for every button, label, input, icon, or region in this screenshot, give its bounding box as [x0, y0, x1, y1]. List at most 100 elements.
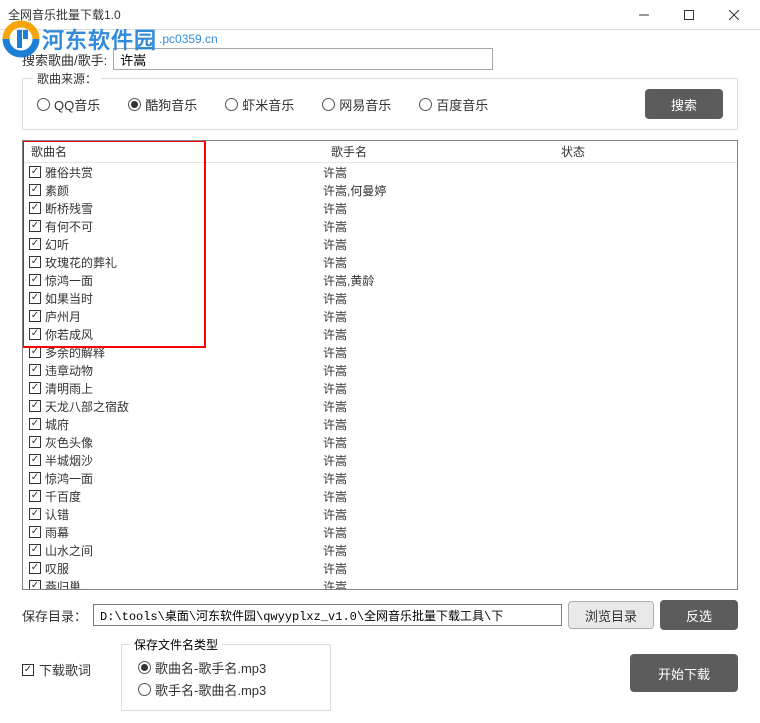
source-xiami[interactable]: 虾米音乐: [225, 95, 294, 114]
source-kugou[interactable]: 酷狗音乐: [128, 95, 197, 114]
row-checkbox[interactable]: [29, 292, 41, 304]
table-row[interactable]: 燕归巢许嵩: [23, 577, 737, 589]
start-download-button[interactable]: 开始下载: [630, 654, 738, 692]
artist-name: 许嵩: [323, 362, 553, 379]
artist-name: 许嵩: [323, 398, 553, 415]
filename-opt-song-artist[interactable]: 歌曲名-歌手名.mp3: [138, 658, 314, 677]
table-row[interactable]: 雨幕许嵩: [23, 523, 737, 541]
artist-name: 许嵩,黄龄: [323, 272, 553, 289]
table-row[interactable]: 断桥残雪 许嵩: [23, 199, 737, 217]
filename-opt-artist-song[interactable]: 歌手名-歌曲名.mp3: [138, 680, 314, 699]
song-name: 天龙八部之宿敌: [45, 398, 129, 415]
row-checkbox[interactable]: [29, 436, 41, 448]
table-row[interactable]: 城府许嵩: [23, 415, 737, 433]
song-name: 城府: [45, 416, 69, 433]
row-checkbox[interactable]: [29, 256, 41, 268]
table-row[interactable]: 叹服许嵩: [23, 559, 737, 577]
table-row[interactable]: 幻听许嵩: [23, 235, 737, 253]
table-row[interactable]: 天龙八部之宿敌 许嵩: [23, 397, 737, 415]
source-baidu[interactable]: 百度音乐: [419, 95, 488, 114]
row-checkbox[interactable]: [29, 364, 41, 376]
table-body[interactable]: 雅俗共赏许嵩素颜许嵩,何曼婷断桥残雪许嵩有何不可许嵩幻听许嵩玫瑰花的葬礼许嵩惊鸿…: [23, 163, 737, 589]
table-row[interactable]: 你若成风 许嵩: [23, 325, 737, 343]
song-name: 庐州月: [45, 308, 81, 325]
row-checkbox[interactable]: [29, 382, 41, 394]
search-button[interactable]: 搜索: [645, 89, 723, 119]
artist-name: 许嵩: [323, 236, 553, 253]
song-name: 你若成风: [45, 326, 93, 343]
table-row[interactable]: 灰色头像 许嵩: [23, 433, 737, 451]
table-row[interactable]: 玫瑰花的葬礼 许嵩: [23, 253, 737, 271]
minimize-button[interactable]: [621, 1, 666, 29]
row-checkbox[interactable]: [29, 508, 41, 520]
source-qq[interactable]: QQ音乐: [37, 95, 100, 114]
close-button[interactable]: [711, 1, 756, 29]
row-checkbox[interactable]: [29, 544, 41, 556]
checkbox-icon: [22, 664, 34, 676]
artist-name: 许嵩: [323, 218, 553, 235]
song-name: 多余的解释: [45, 344, 105, 361]
artist-name: 许嵩: [323, 164, 553, 181]
table-row[interactable]: 半城烟沙许嵩: [23, 451, 737, 469]
song-name: 玫瑰花的葬礼: [45, 254, 117, 271]
song-name: 灰色头像: [45, 434, 93, 451]
table-row[interactable]: 山水之间许嵩: [23, 541, 737, 559]
table-row[interactable]: 惊鸿一面 许嵩,黄龄: [23, 271, 737, 289]
col-song[interactable]: 歌曲名: [23, 143, 323, 160]
song-name: 素颜: [45, 182, 69, 199]
row-checkbox[interactable]: [29, 580, 41, 589]
table-header: 歌曲名 歌手名 状态: [23, 141, 737, 163]
table-row[interactable]: 清明雨上许嵩: [23, 379, 737, 397]
col-status[interactable]: 状态: [553, 143, 737, 160]
row-checkbox[interactable]: [29, 346, 41, 358]
table-row[interactable]: 违章动物许嵩: [23, 361, 737, 379]
artist-name: 许嵩: [323, 326, 553, 343]
artist-name: 许嵩: [323, 200, 553, 217]
row-checkbox[interactable]: [29, 526, 41, 538]
table-row[interactable]: 惊鸿一面许嵩: [23, 469, 737, 487]
table-row[interactable]: 雅俗共赏许嵩: [23, 163, 737, 181]
artist-name: 许嵩: [323, 434, 553, 451]
row-checkbox[interactable]: [29, 238, 41, 250]
row-checkbox[interactable]: [29, 328, 41, 340]
download-lyrics-label: 下载歌词: [39, 660, 91, 679]
row-checkbox[interactable]: [29, 400, 41, 412]
row-checkbox[interactable]: [29, 202, 41, 214]
search-input[interactable]: [113, 48, 493, 70]
table-row[interactable]: 如果当时许嵩: [23, 289, 737, 307]
artist-name: 许嵩: [323, 524, 553, 541]
row-checkbox[interactable]: [29, 490, 41, 502]
col-artist[interactable]: 歌手名: [323, 143, 553, 160]
row-checkbox[interactable]: [29, 166, 41, 178]
invert-select-button[interactable]: 反选: [660, 600, 738, 630]
table-row[interactable]: 庐州月 许嵩: [23, 307, 737, 325]
save-dir-input[interactable]: [93, 604, 562, 626]
row-checkbox[interactable]: [29, 454, 41, 466]
row-checkbox[interactable]: [29, 310, 41, 322]
row-checkbox[interactable]: [29, 562, 41, 574]
song-name: 惊鸿一面: [45, 272, 93, 289]
song-name: 断桥残雪: [45, 200, 93, 217]
row-checkbox[interactable]: [29, 220, 41, 232]
song-name: 山水之间: [45, 542, 93, 559]
table-row[interactable]: 认错 许嵩: [23, 505, 737, 523]
artist-name: 许嵩: [323, 290, 553, 307]
artist-name: 许嵩: [323, 506, 553, 523]
table-row[interactable]: 多余的解释许嵩: [23, 343, 737, 361]
browse-button[interactable]: 浏览目录: [568, 601, 654, 629]
table-row[interactable]: 有何不可许嵩: [23, 217, 737, 235]
artist-name: 许嵩: [323, 308, 553, 325]
row-checkbox[interactable]: [29, 274, 41, 286]
row-checkbox[interactable]: [29, 418, 41, 430]
row-checkbox[interactable]: [29, 472, 41, 484]
source-netease[interactable]: 网易音乐: [322, 95, 391, 114]
save-dir-label: 保存目录：: [22, 606, 87, 625]
search-label: 搜索歌曲/歌手:: [22, 50, 107, 69]
artist-name: 许嵩: [323, 254, 553, 271]
table-row[interactable]: 素颜许嵩,何曼婷: [23, 181, 737, 199]
table-row[interactable]: 千百度许嵩: [23, 487, 737, 505]
song-name: 认错: [45, 506, 69, 523]
row-checkbox[interactable]: [29, 184, 41, 196]
download-lyrics-checkbox[interactable]: 下载歌词: [22, 660, 91, 679]
maximize-button[interactable]: [666, 1, 711, 29]
